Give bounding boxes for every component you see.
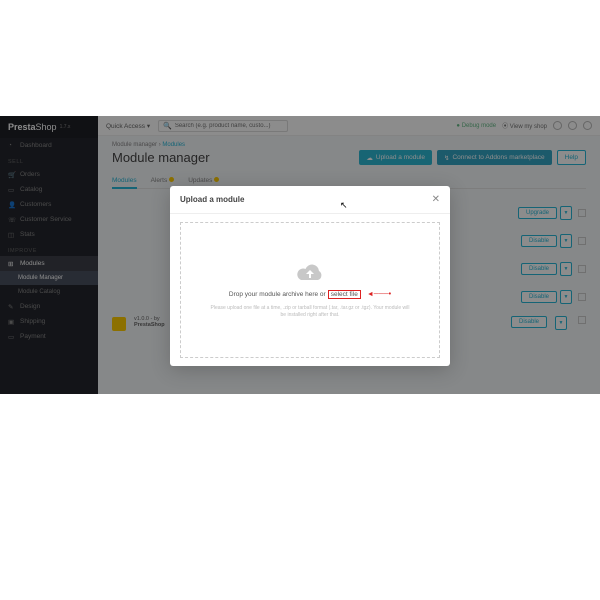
cursor-icon: ↖ — [340, 200, 348, 211]
dropzone-text: Drop your module archive here or — [229, 291, 326, 298]
modal-title: Upload a module — [180, 195, 244, 204]
select-file-link[interactable]: select file — [328, 290, 361, 299]
dropzone-hint: Please upload one file at a time, .zip o… — [210, 305, 410, 319]
close-icon[interactable]: ✕ — [432, 194, 440, 205]
cloud-upload-icon — [295, 262, 325, 284]
file-dropzone[interactable]: Drop your module archive here or select … — [180, 222, 440, 358]
annotation-arrow-icon: ◄───• — [367, 291, 391, 298]
upload-module-modal: Upload a module ✕ Drop your module archi… — [170, 186, 450, 366]
app-window: PrestaShop 1.7.x ◔ Dashboard SELL 🛒Order… — [0, 116, 600, 394]
